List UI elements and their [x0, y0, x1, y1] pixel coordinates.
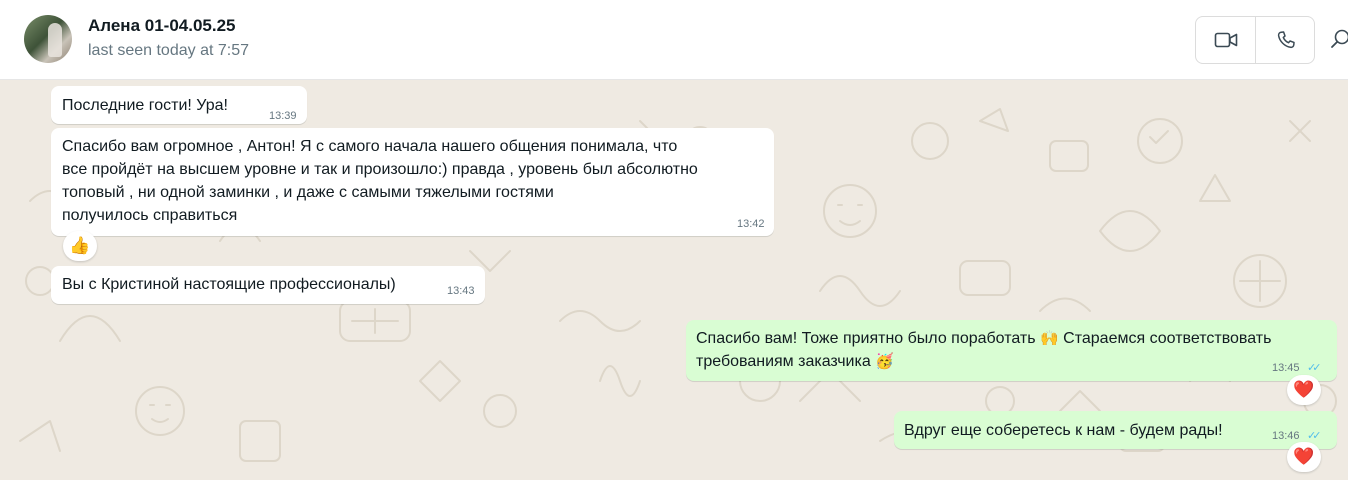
message-bubble-incoming[interactable]: Последние гости! Ура! 13:39 — [51, 86, 307, 124]
party-face-emoji: 🥳 — [875, 353, 894, 370]
message-list[interactable]: Последние гости! Ура! 13:39 Спасибо вам … — [0, 81, 1348, 480]
message-bubble-outgoing[interactable]: Спасибо вам! Тоже приятно было поработат… — [686, 320, 1337, 381]
raising-hands-emoji: 🙌 — [1040, 330, 1059, 347]
phone-icon — [1277, 31, 1295, 49]
message-time: 13:42 — [737, 218, 765, 230]
chat-header: Алена 01-04.05.25 last seen today at 7:5… — [0, 0, 1348, 80]
message-text-part: Стараемся соответствовать — [1058, 330, 1272, 347]
message-reaction-heart[interactable]: ❤️ — [1287, 375, 1321, 405]
video-camera-icon — [1214, 32, 1237, 48]
contact-last-seen: last seen today at 7:57 — [88, 42, 249, 59]
voice-call-button[interactable] — [1256, 17, 1315, 63]
search-button[interactable] — [1330, 28, 1348, 52]
message-bubble-incoming[interactable]: Вы с Кристиной настоящие профессионалы) … — [51, 266, 485, 304]
message-bubble-outgoing[interactable]: Вдруг еще соберетесь к нам - будем рады!… — [894, 411, 1337, 449]
message-text: Спасибо вам огромное , Антон! Я с самого… — [62, 138, 698, 224]
message-text: Спасибо вам! Тоже приятно было поработат… — [696, 327, 1271, 373]
message-time: 13:39 — [269, 110, 297, 122]
search-icon — [1331, 29, 1348, 48]
message-time: 13:46 — [1272, 430, 1300, 442]
message-reaction-thumbs-up[interactable]: 👍 — [63, 231, 97, 261]
message-text: Вы с Кристиной настоящие профессионалы) — [62, 276, 396, 293]
call-buttons-group — [1195, 16, 1315, 64]
read-receipt-icon: ✓✓ — [1307, 430, 1322, 442]
message-text-part: Спасибо вам! Тоже приятно было поработат… — [696, 330, 1041, 347]
video-call-button[interactable] — [1196, 17, 1256, 63]
message-time: 13:45 — [1272, 362, 1300, 374]
contact-avatar[interactable] — [24, 15, 72, 63]
message-text: Последние гости! Ура! — [62, 97, 228, 114]
message-bubble-incoming[interactable]: Спасибо вам огромное , Антон! Я с самого… — [51, 128, 774, 236]
message-text-part: требованиям заказчика — [696, 353, 876, 370]
contact-name[interactable]: Алена 01-04.05.25 — [88, 16, 236, 36]
message-reaction-heart[interactable]: ❤️ — [1287, 442, 1321, 472]
message-text: Вдруг еще соберетесь к нам - будем рады! — [904, 422, 1223, 439]
message-time: 13:43 — [447, 285, 475, 297]
read-receipt-icon: ✓✓ — [1307, 362, 1322, 374]
